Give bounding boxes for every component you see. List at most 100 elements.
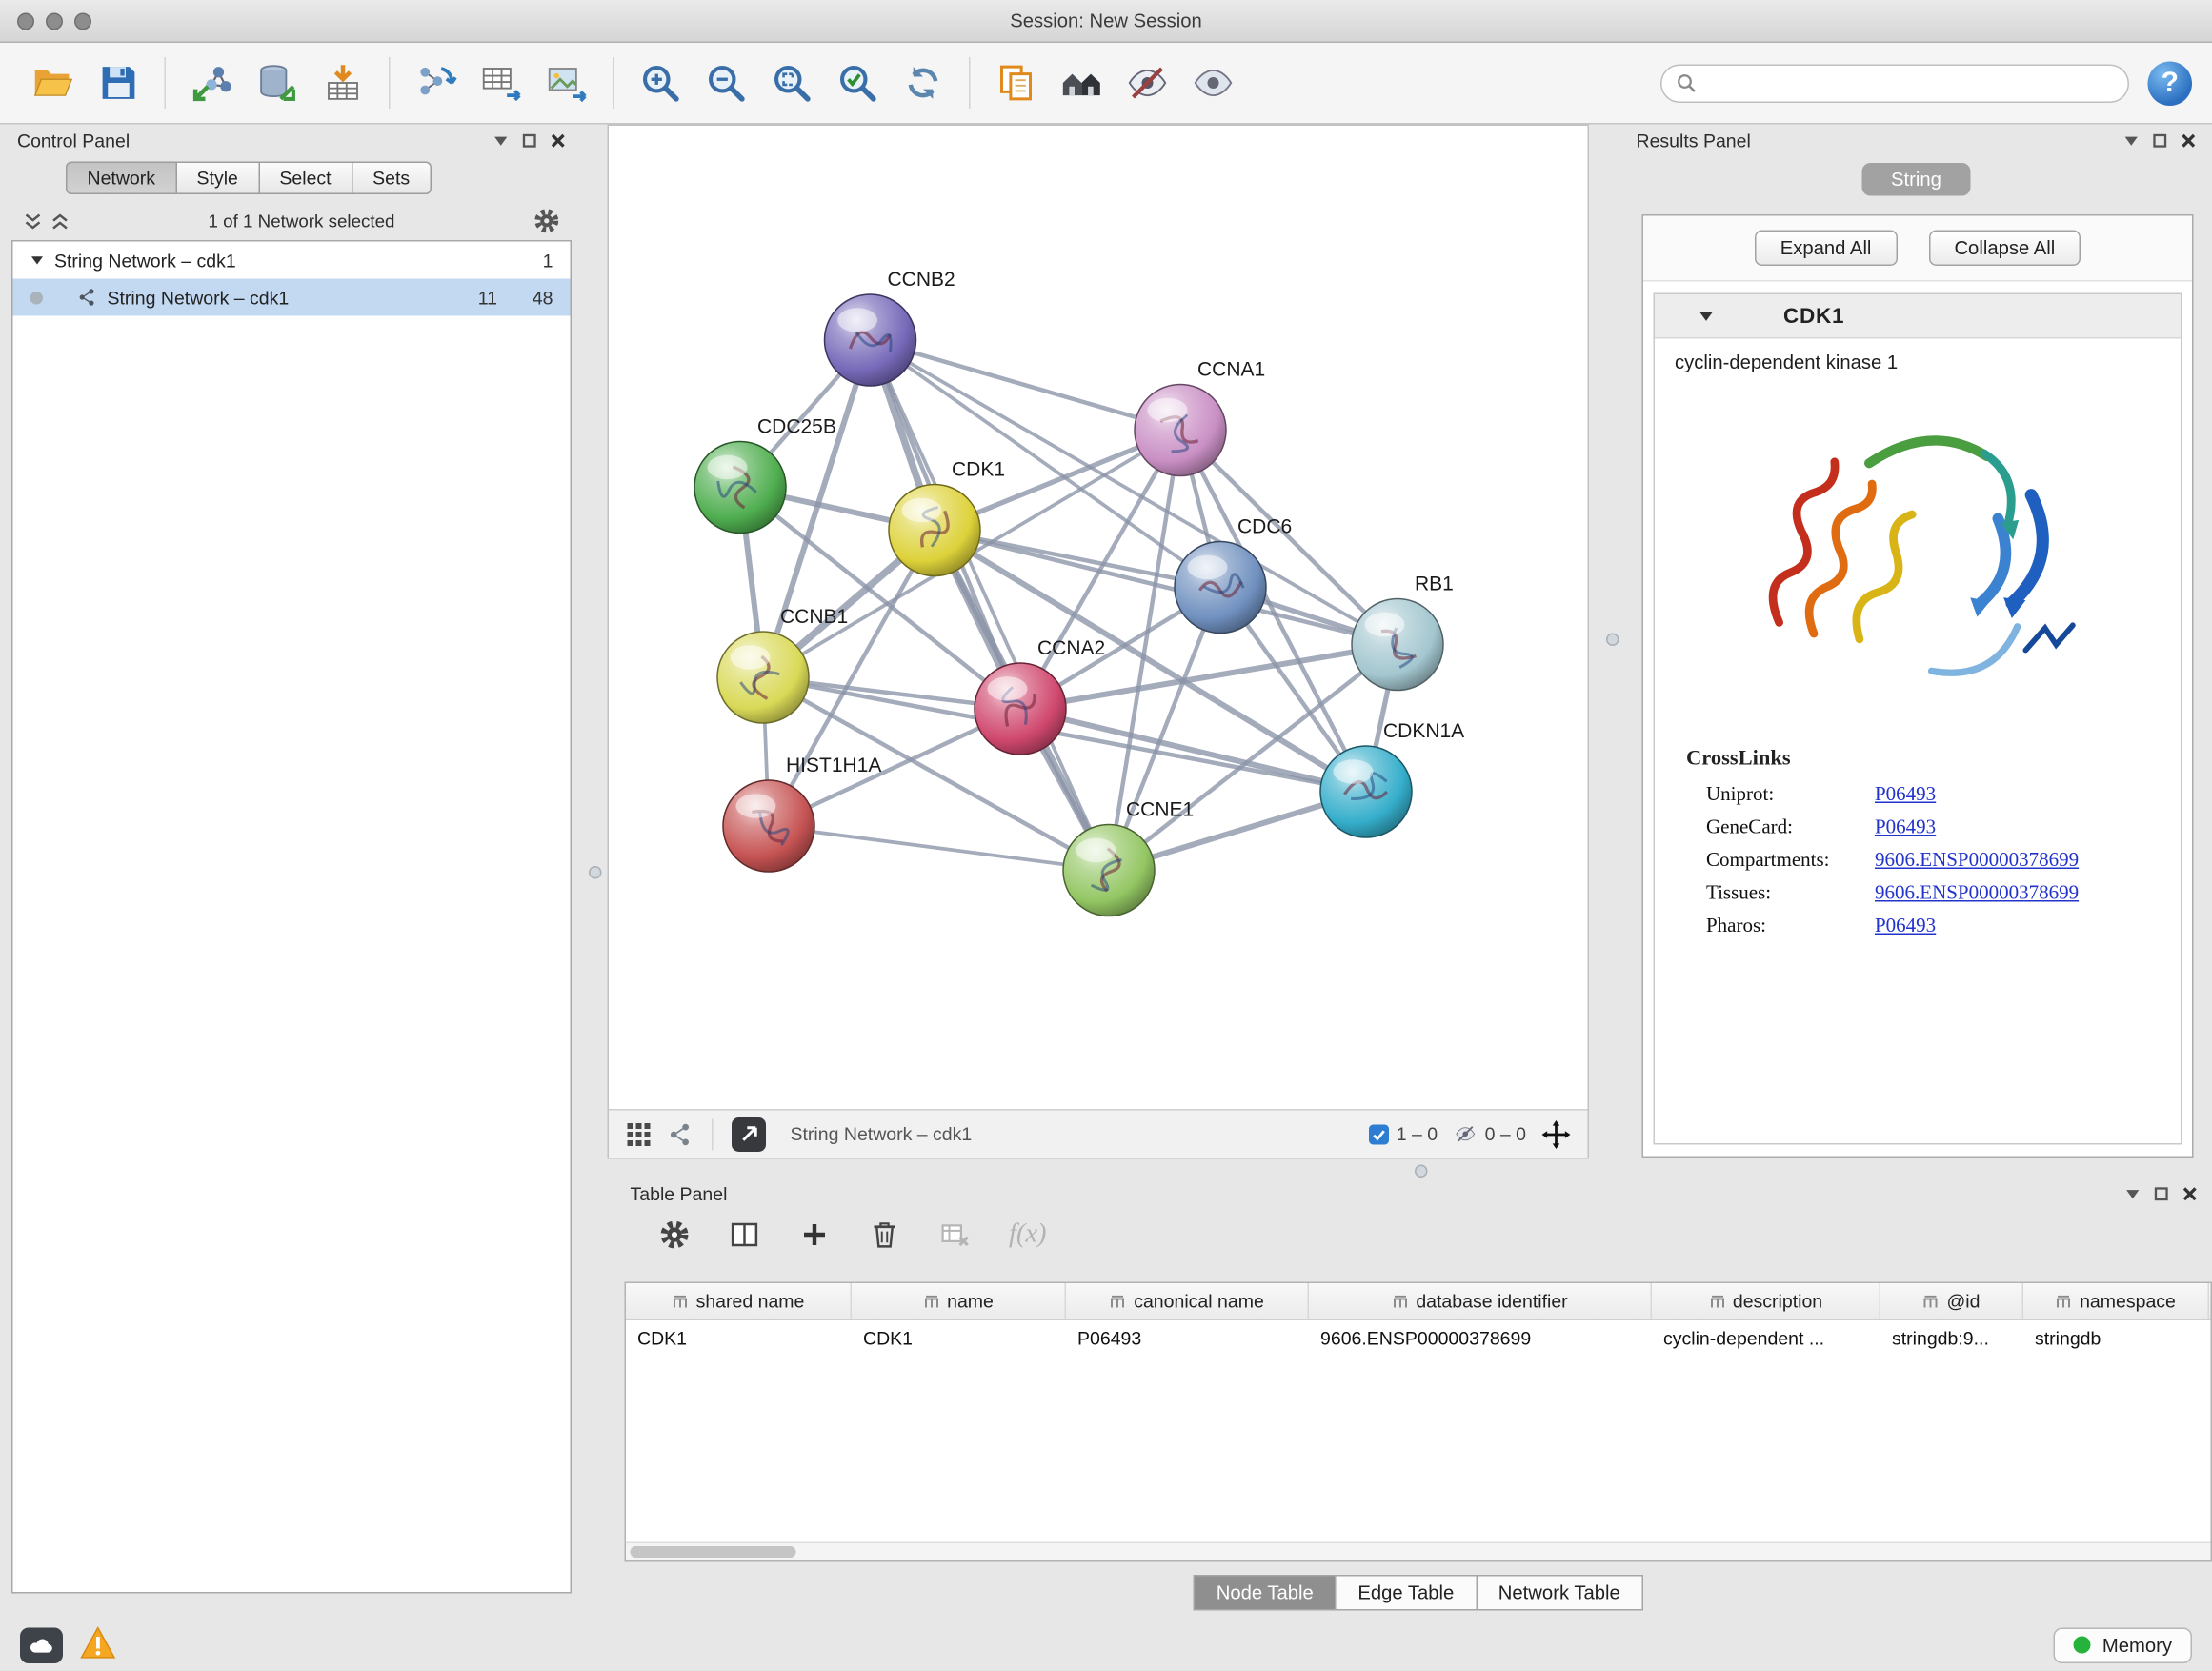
gear-icon[interactable] <box>533 208 561 235</box>
node-CCNA2[interactable] <box>975 663 1066 755</box>
refresh-button[interactable] <box>895 53 952 113</box>
panel-float-icon[interactable] <box>2154 1185 2170 1201</box>
right-splitter-handle[interactable] <box>1606 634 1619 647</box>
network-canvas[interactable]: CCNB2CCNA1CDC25BCDK1CDC6RB1CCNB1CCNA2CDK… <box>608 125 1590 1159</box>
scrollbar-thumb[interactable] <box>631 1546 796 1558</box>
save-session-button[interactable] <box>90 53 148 113</box>
node-CDK1[interactable] <box>889 485 980 576</box>
panel-close-icon[interactable] <box>2181 132 2197 149</box>
add-icon[interactable] <box>799 1219 831 1251</box>
edge-HIST1H1A-CCNE1[interactable] <box>769 826 1109 871</box>
node-CCNB2[interactable] <box>825 294 916 386</box>
memory-button[interactable]: Memory <box>2054 1627 2192 1663</box>
panel-collapse-icon[interactable] <box>2123 132 2140 149</box>
node-CCNA1[interactable] <box>1135 385 1226 476</box>
network-collection-row[interactable]: String Network – cdk1 1 <box>13 242 571 279</box>
column-header-shared-name[interactable]: shared name <box>626 1283 852 1319</box>
zoom-in-button[interactable] <box>632 53 689 113</box>
tab-sets[interactable]: Sets <box>352 162 432 195</box>
table-cell[interactable]: cyclin-dependent ... <box>1652 1320 1880 1358</box>
show-columns-icon[interactable] <box>729 1219 760 1251</box>
panel-collapse-icon[interactable] <box>493 132 510 149</box>
node-CDKN1A[interactable] <box>1320 746 1412 837</box>
zoom-out-button[interactable] <box>697 53 754 113</box>
crosslink-link[interactable]: 9606.ENSP00000378699 <box>1875 882 2079 905</box>
expand-all-button[interactable]: Expand All <box>1755 231 1898 267</box>
cloud-status-button[interactable] <box>20 1627 63 1663</box>
table-cell[interactable]: 9606.ENSP00000378699 <box>1309 1320 1652 1358</box>
function-builder-icon[interactable]: f(x) <box>1009 1219 1047 1251</box>
column-header-canonical-name[interactable]: canonical name <box>1066 1283 1309 1319</box>
home-button[interactable] <box>1054 53 1111 113</box>
node-CDC6[interactable] <box>1175 542 1266 634</box>
crosslink-link[interactable]: P06493 <box>1875 816 1936 839</box>
minimize-window-button[interactable] <box>46 12 63 30</box>
delete-trash-icon[interactable] <box>869 1219 900 1251</box>
crosslink-link[interactable]: P06493 <box>1875 784 1936 807</box>
selected-checkbox-icon[interactable] <box>1369 1124 1389 1144</box>
tab-style[interactable]: Style <box>177 162 260 195</box>
tab-string[interactable]: String <box>1862 163 1971 196</box>
panel-float-icon[interactable] <box>522 132 538 149</box>
pan-crosshair-icon[interactable] <box>1542 1119 1571 1148</box>
open-session-button[interactable] <box>25 53 82 113</box>
show-all-button[interactable] <box>1185 53 1242 113</box>
hide-selected-button[interactable] <box>1119 53 1176 113</box>
zoom-fit-button[interactable] <box>763 53 820 113</box>
zoom-window-button[interactable] <box>74 12 91 30</box>
table-cell[interactable]: CDK1 <box>626 1320 852 1358</box>
node-CCNE1[interactable] <box>1063 825 1155 916</box>
table-cell[interactable]: stringdb <box>2023 1320 2209 1358</box>
table-row[interactable]: CDK1CDK1P064939606.ENSP00000378699cyclin… <box>626 1320 2211 1358</box>
grid-view-icon[interactable] <box>626 1121 652 1147</box>
import-network-from-file-button[interactable] <box>183 53 240 113</box>
import-table-from-file-button[interactable] <box>314 53 372 113</box>
export-table-button[interactable] <box>473 53 531 113</box>
panel-close-icon[interactable] <box>551 132 567 149</box>
tree-expand-icon[interactable] <box>30 253 45 268</box>
close-window-button[interactable] <box>17 12 34 30</box>
tab-network-table[interactable]: Network Table <box>1477 1575 1642 1611</box>
copy-button[interactable] <box>988 53 1045 113</box>
column-header-name[interactable]: name <box>852 1283 1066 1319</box>
search-input[interactable] <box>1705 72 2114 94</box>
node-HIST1H1A[interactable] <box>723 780 814 872</box>
table-cell[interactable]: stringdb:9... <box>1880 1320 2023 1358</box>
expand-all-icon[interactable] <box>50 211 70 231</box>
table-settings-gear-icon[interactable] <box>659 1219 691 1251</box>
column-header-database-identifier[interactable]: database identifier <box>1309 1283 1652 1319</box>
warnings-button[interactable] <box>80 1627 116 1664</box>
section-collapse-icon[interactable] <box>1698 308 1715 325</box>
node-RB1[interactable] <box>1352 599 1443 691</box>
table-cell[interactable]: CDK1 <box>852 1320 1066 1358</box>
table-cell[interactable]: P06493 <box>1066 1320 1309 1358</box>
panel-collapse-icon[interactable] <box>2125 1185 2142 1201</box>
edge-CCNB2-CCNE1[interactable] <box>871 340 1110 871</box>
collapse-all-button[interactable]: Collapse All <box>1928 231 2081 267</box>
share-view-icon[interactable] <box>668 1121 694 1147</box>
network-row-selected[interactable]: String Network – cdk1 11 48 <box>13 279 571 316</box>
left-splitter-handle[interactable] <box>589 866 602 879</box>
new-network-from-selection-button[interactable] <box>408 53 465 113</box>
column-header-namespace[interactable]: namespace <box>2023 1283 2209 1319</box>
node-CCNB1[interactable] <box>717 632 809 723</box>
help-button[interactable]: ? <box>2148 61 2193 106</box>
tab-edge-table[interactable]: Edge Table <box>1337 1575 1477 1611</box>
collapse-all-icon[interactable] <box>23 211 43 231</box>
horizontal-scrollbar[interactable] <box>626 1542 2211 1561</box>
tab-select[interactable]: Select <box>259 162 352 195</box>
edge-CCNB2-CCNA1[interactable] <box>871 340 1181 431</box>
delete-table-icon[interactable] <box>939 1219 971 1251</box>
panel-close-icon[interactable] <box>2182 1185 2199 1201</box>
tab-node-table[interactable]: Node Table <box>1194 1575 1337 1611</box>
tab-network[interactable]: Network <box>66 162 177 195</box>
crosslink-link[interactable]: P06493 <box>1875 916 1936 938</box>
birds-eye-view-button[interactable] <box>732 1117 766 1151</box>
crosslink-link[interactable]: 9606.ENSP00000378699 <box>1875 850 2079 873</box>
hidden-eye-icon[interactable] <box>1454 1123 1478 1145</box>
export-image-button[interactable] <box>539 53 596 113</box>
search-field[interactable] <box>1660 64 2129 103</box>
column-header--id[interactable]: @id <box>1880 1283 2023 1319</box>
zoom-selected-button[interactable] <box>829 53 886 113</box>
import-network-from-database-button[interactable] <box>249 53 306 113</box>
